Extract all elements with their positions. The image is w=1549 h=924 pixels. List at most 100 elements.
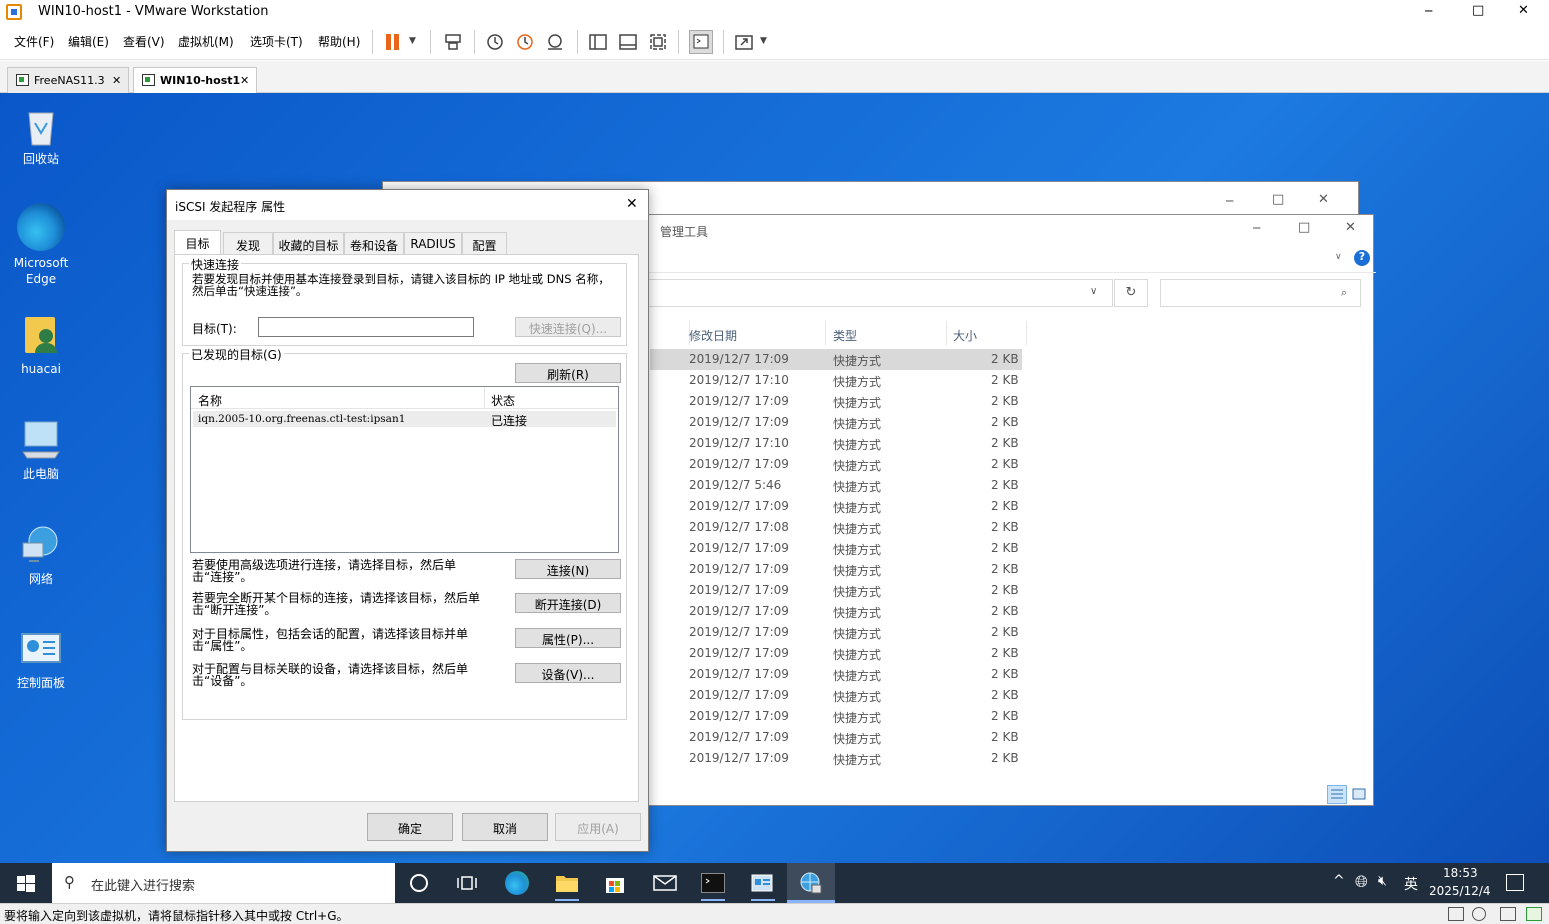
desktop-icon-control-panel[interactable]: 控制面板 xyxy=(5,631,77,691)
tab-targets[interactable]: 目标 xyxy=(174,230,221,255)
desktop-icon-recycle-bin[interactable]: 回收站 xyxy=(5,105,77,167)
ok-button[interactable]: 确定 xyxy=(367,813,453,841)
thumbnail-icon[interactable] xyxy=(618,32,638,52)
close-button[interactable]: ✕ xyxy=(626,196,638,212)
iscsi-taskbar-button[interactable] xyxy=(787,863,835,903)
iscsi-properties-dialog[interactable]: iSCSI 发起程序 属性 ✕ 目标 发现 收藏的目标 卷和设备 RADIUS … xyxy=(166,189,649,852)
file-size: 2 KB xyxy=(991,394,1019,408)
unity-icon[interactable] xyxy=(734,32,754,52)
tab-configuration[interactable]: 配置 xyxy=(462,232,507,254)
cmd-taskbar-icon[interactable] xyxy=(701,873,725,893)
edge-icon xyxy=(17,203,65,251)
apply-button[interactable]: 应用(A) xyxy=(555,813,641,841)
maximize-button[interactable]: □ xyxy=(1298,220,1310,235)
start-icon[interactable] xyxy=(16,874,36,894)
menu-tabs[interactable]: 选项卡(T) xyxy=(250,33,303,50)
close-icon[interactable]: ✕ xyxy=(112,74,121,87)
clock-time[interactable]: 18:53 xyxy=(1443,866,1478,880)
notification-icon[interactable] xyxy=(1506,874,1524,891)
address-bar[interactable]: ∨ xyxy=(648,279,1113,307)
menu-edit[interactable]: 编辑(E) xyxy=(68,33,109,50)
refresh-icon[interactable]: ↻ xyxy=(1114,279,1148,307)
menu-help[interactable]: 帮助(H) xyxy=(318,33,360,50)
edge-taskbar-icon[interactable] xyxy=(505,871,529,895)
maximize-button[interactable]: □ xyxy=(1272,192,1284,207)
targets-list[interactable]: 名称 状态 iqn.2005-10.org.freenas.ctl-test:i… xyxy=(190,386,619,553)
column-header-date[interactable]: 修改日期 xyxy=(689,327,737,344)
desktop-icon-this-pc[interactable]: 此电脑 xyxy=(5,418,77,482)
tab-label: WIN10-host1 xyxy=(160,74,241,87)
chevron-down-icon[interactable]: ∨ xyxy=(1335,252,1342,262)
ime-indicator[interactable]: 英 xyxy=(1404,874,1418,894)
details-view-icon[interactable] xyxy=(1327,785,1347,804)
control-panel-icon xyxy=(19,631,63,671)
menu-view[interactable]: 查看(V) xyxy=(123,33,165,50)
close-button[interactable]: ✕ xyxy=(1518,3,1529,18)
search-icon: ⌕ xyxy=(1341,286,1348,299)
revert-snapshot-icon[interactable] xyxy=(515,32,535,52)
chevron-down-icon[interactable]: ∨ xyxy=(1090,286,1097,297)
tab-discovery[interactable]: 发现 xyxy=(223,232,273,254)
disconnect-button[interactable]: 断开连接(D) xyxy=(515,593,621,613)
desktop-icon-edge[interactable]: Microsoft Edge xyxy=(5,203,77,287)
guest-desktop[interactable]: 回收站 Microsoft Edge huacai 此电脑 网络 控制面板 ─ … xyxy=(0,93,1549,863)
chevron-down-icon[interactable]: ▼ xyxy=(409,36,416,46)
search-input[interactable]: ⌕ xyxy=(1160,279,1361,307)
column-header-size[interactable]: 大小 xyxy=(953,327,977,344)
search-box[interactable]: ⚲ 在此键入进行搜索 xyxy=(52,863,395,903)
column-header-status[interactable]: 状态 xyxy=(491,392,515,409)
tab-win10-host1[interactable]: WIN10-host1 ✕ xyxy=(133,67,257,93)
file-size: 2 KB xyxy=(991,478,1019,492)
clock-date[interactable]: 2025/12/4 xyxy=(1429,884,1491,898)
large-icons-view-icon[interactable] xyxy=(1350,786,1368,803)
fullscreen-icon[interactable] xyxy=(648,32,668,52)
properties-button[interactable]: 属性(P)... xyxy=(515,628,621,648)
tab-favorite-targets[interactable]: 收藏的目标 xyxy=(273,232,344,254)
mail-taskbar-icon[interactable] xyxy=(653,874,677,892)
desktop-icon-huacai[interactable]: huacai xyxy=(5,313,77,377)
close-icon[interactable]: ✕ xyxy=(240,74,249,87)
network-status-icon[interactable]: 🌐︎ xyxy=(1355,872,1368,892)
console-icon[interactable] xyxy=(689,30,713,54)
minimize-button[interactable]: ─ xyxy=(1425,4,1432,18)
store-taskbar-icon[interactable] xyxy=(604,872,626,894)
close-button[interactable]: ✕ xyxy=(1345,220,1356,235)
minimize-button[interactable]: ─ xyxy=(1226,194,1233,208)
message-icon[interactable] xyxy=(1526,907,1542,921)
send-keys-icon[interactable] xyxy=(443,32,463,52)
chevron-down-icon[interactable]: ▼ xyxy=(760,36,767,46)
file-explorer-taskbar-icon[interactable] xyxy=(555,873,579,893)
devices-button[interactable]: 设备(V)... xyxy=(515,663,621,683)
close-button[interactable]: ✕ xyxy=(1318,192,1329,207)
quick-connect-button[interactable]: 快速连接(Q)... xyxy=(515,317,621,337)
volume-muted-icon[interactable]: 🔇︎ xyxy=(1378,873,1387,889)
refresh-button[interactable]: 刷新(R) xyxy=(515,363,621,383)
minimize-button[interactable]: ─ xyxy=(1253,221,1260,235)
column-header-name[interactable]: 名称 xyxy=(198,392,222,409)
network-adapter-icon[interactable] xyxy=(1500,907,1516,921)
snapshot-manager-icon[interactable] xyxy=(545,32,565,52)
task-view-icon[interactable] xyxy=(457,874,477,892)
pause-icon[interactable] xyxy=(384,32,404,52)
connect-button[interactable]: 连接(N) xyxy=(515,559,621,579)
chevron-up-icon[interactable]: ^ xyxy=(1333,873,1345,889)
tab-freenas[interactable]: FreeNAS11.3 ✕ xyxy=(7,67,129,93)
hard-disk-icon[interactable] xyxy=(1448,907,1464,921)
tab-radius[interactable]: RADIUS xyxy=(404,232,462,254)
search-icon: ⚲ xyxy=(64,873,75,891)
file-size: 2 KB xyxy=(991,541,1019,555)
admin-tools-taskbar-icon[interactable] xyxy=(751,873,773,893)
cortana-icon[interactable] xyxy=(410,874,428,892)
cancel-button[interactable]: 取消 xyxy=(462,813,548,841)
snapshot-icon[interactable] xyxy=(485,32,505,52)
menu-vm[interactable]: 虚拟机(M) xyxy=(178,33,234,50)
library-icon[interactable] xyxy=(588,32,608,52)
column-header-type[interactable]: 类型 xyxy=(833,327,857,344)
help-icon[interactable]: ? xyxy=(1354,250,1370,266)
tab-volumes-devices[interactable]: 卷和设备 xyxy=(344,232,404,254)
menu-file[interactable]: 文件(F) xyxy=(14,33,54,50)
desktop-icon-network[interactable]: 网络 xyxy=(5,523,77,587)
cdrom-icon[interactable] xyxy=(1472,907,1486,921)
target-input[interactable] xyxy=(258,317,474,337)
maximize-button[interactable]: □ xyxy=(1472,3,1484,18)
